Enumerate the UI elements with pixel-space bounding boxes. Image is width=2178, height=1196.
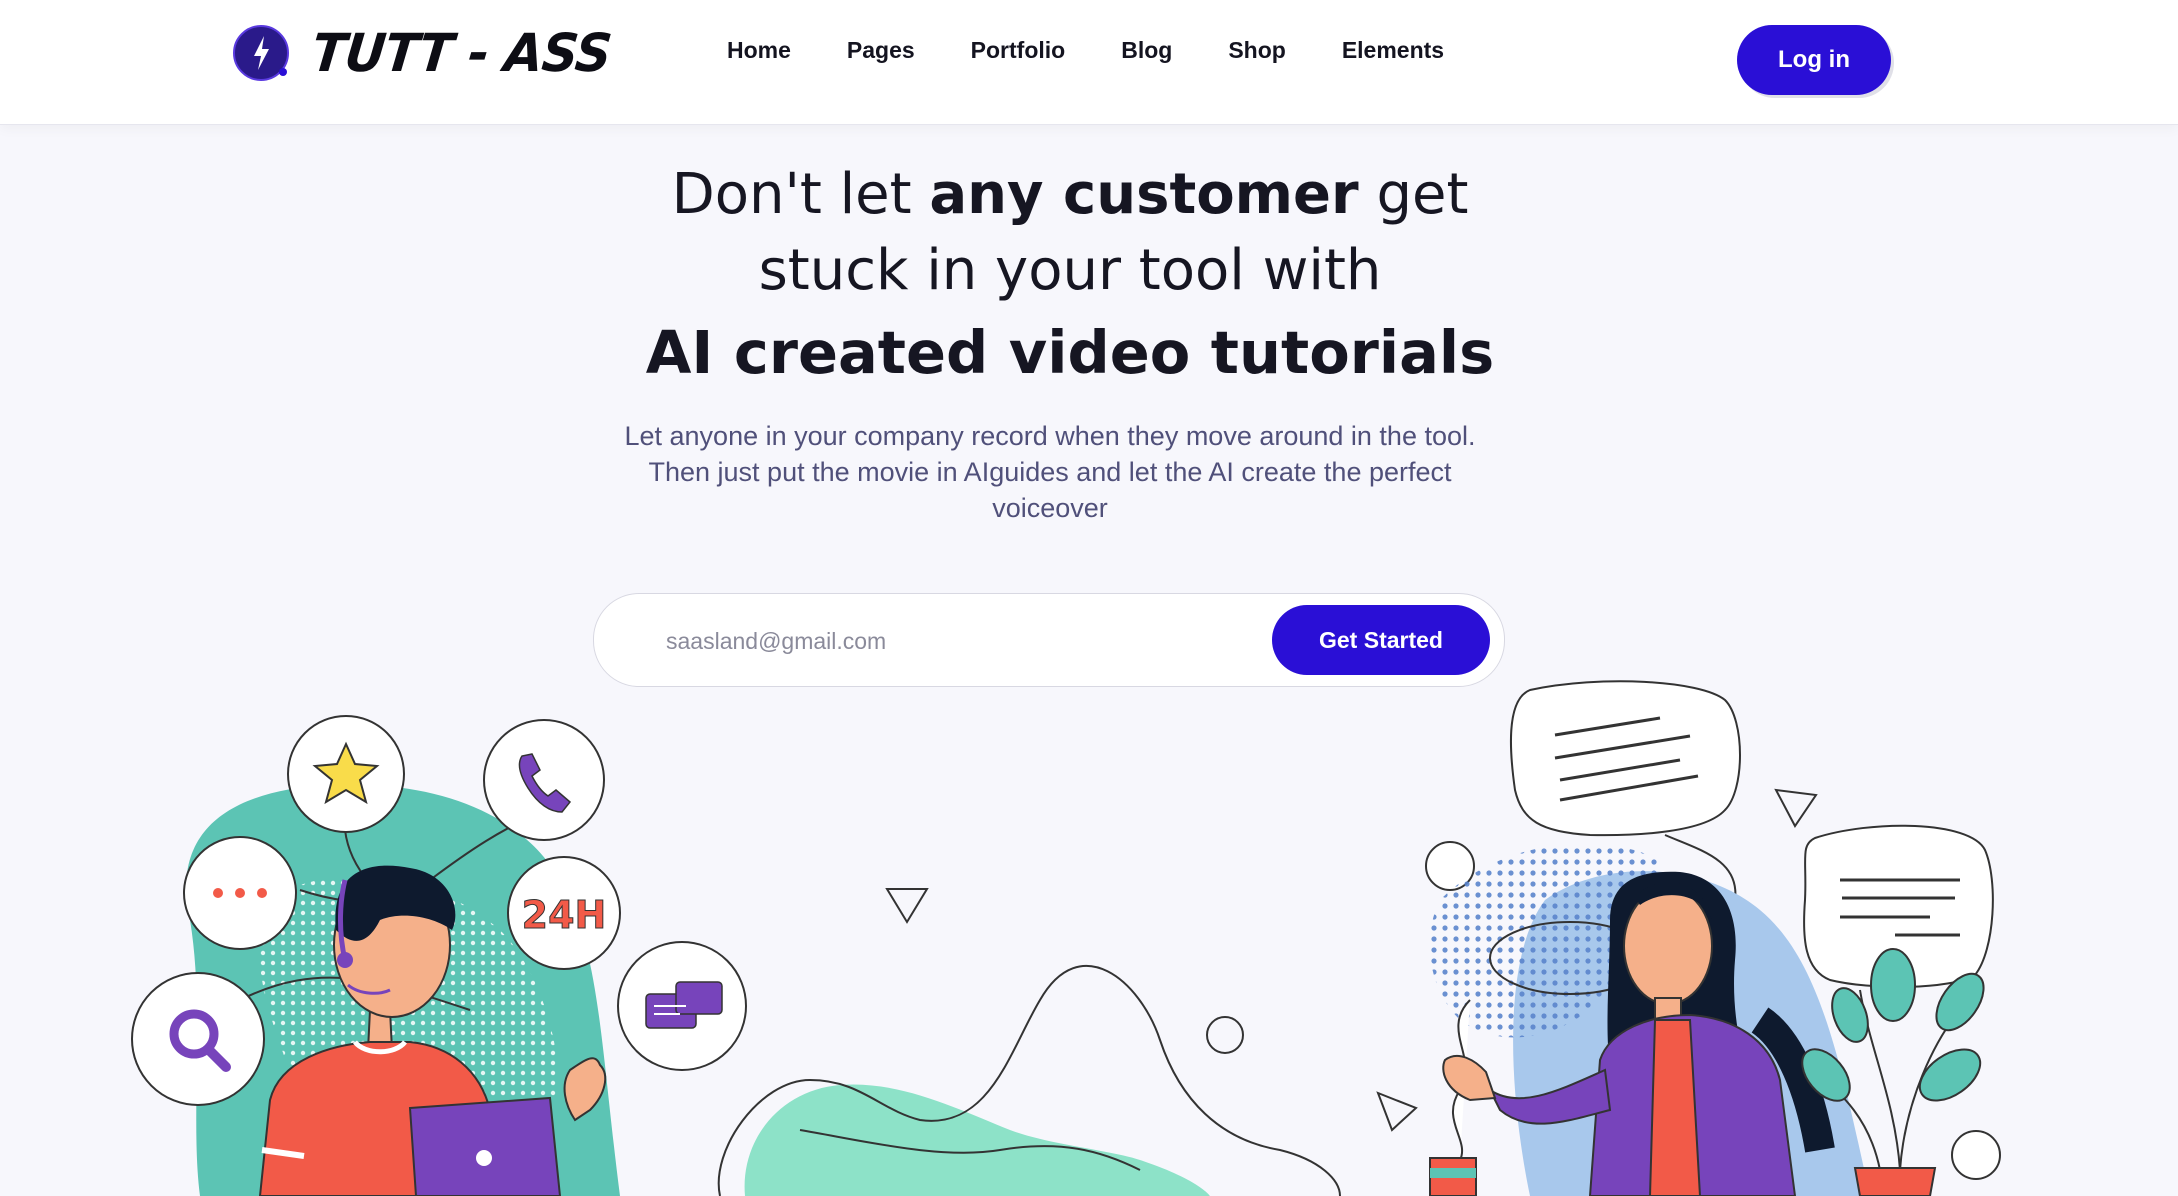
speech-bubble-large-icon	[1509, 680, 1741, 837]
presenter-illustration	[1376, 680, 2001, 1196]
